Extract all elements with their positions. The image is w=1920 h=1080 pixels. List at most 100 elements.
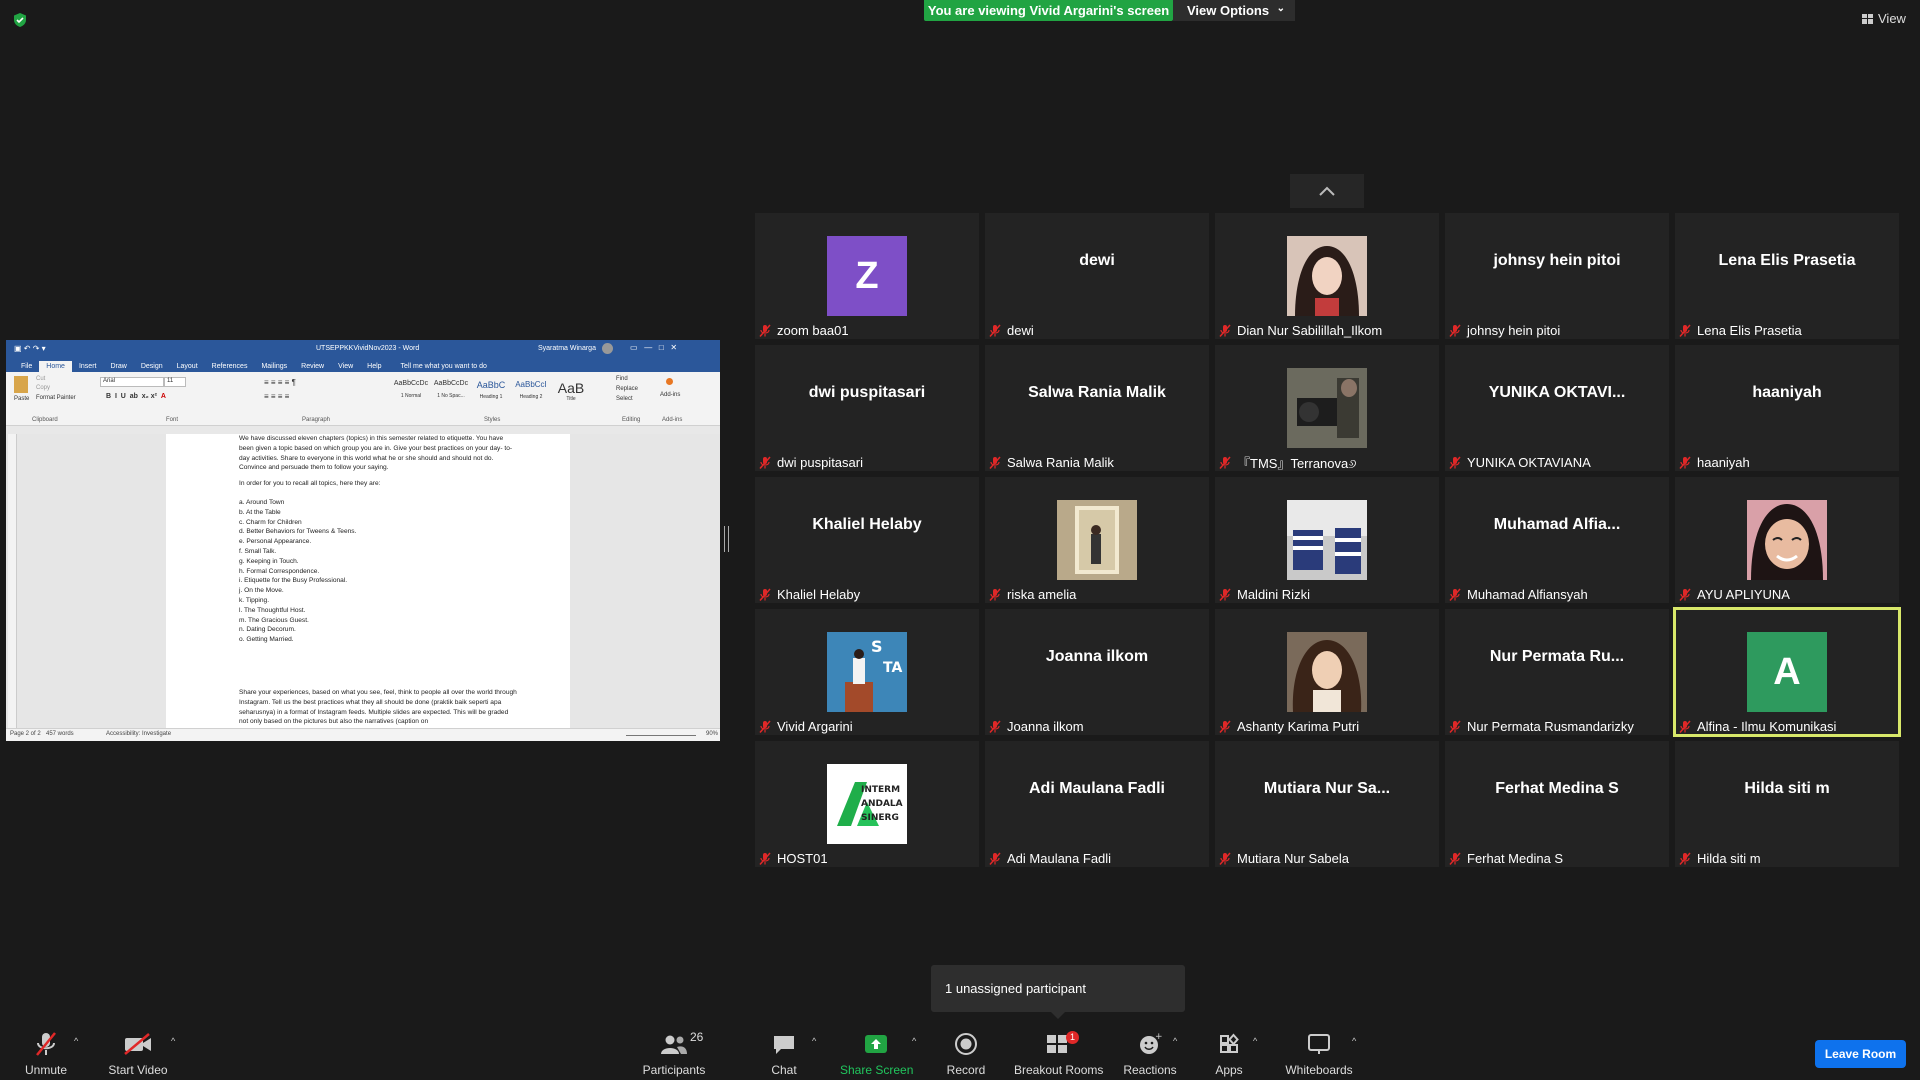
participant-display-name: Muhamad Alfia... (1493, 516, 1621, 533)
share-screen-icon (865, 1035, 887, 1053)
participant-tile[interactable]: Hilda siti m Hilda siti m (1675, 741, 1899, 867)
reactions-caret-icon[interactable]: ^ (1173, 1036, 1177, 1046)
participant-tile[interactable]: Adi Maulana Fadli Adi Maulana Fadli (985, 741, 1209, 867)
apps-button[interactable]: Apps (1214, 1030, 1244, 1077)
word-tab: Help (367, 363, 382, 370)
participant-display-name: dewi (1079, 252, 1115, 269)
participant-tile[interactable]: Zzoom baa01 (755, 213, 979, 339)
split-view-handle[interactable] (724, 526, 729, 552)
participant-name: YUNIKA OKTAVIANA (1467, 455, 1591, 470)
security-shield-icon[interactable] (12, 12, 28, 28)
breakout-rooms-button[interactable]: 1 Breakout Rooms (1014, 1030, 1103, 1077)
participant-tile[interactable]: Dian Nur Sabilillah_Ilkom (1215, 213, 1439, 339)
audio-options-caret-icon[interactable]: ^ (74, 1036, 78, 1046)
view-label: View (1878, 11, 1906, 26)
microphone-muted-icon (759, 456, 771, 469)
participant-tile[interactable]: Mutiara Nur Sa... Mutiara Nur Sabela (1215, 741, 1439, 867)
participant-name: Alfina - Ilmu Komunikasi (1697, 719, 1837, 734)
chat-options-caret-icon[interactable]: ^ (812, 1036, 816, 1046)
video-options-caret-icon[interactable]: ^ (171, 1036, 175, 1046)
reactions-button[interactable]: + Reactions (1122, 1030, 1178, 1077)
view-button[interactable]: View (1862, 11, 1906, 26)
participant-tile[interactable]: INTERM ANDALA SINERG HOST01 (755, 741, 979, 867)
record-button[interactable]: Record (945, 1030, 987, 1077)
participant-video-thumbnail (1287, 500, 1367, 580)
participant-tile[interactable]: haaniyah haaniyah (1675, 345, 1899, 471)
shared-screen-word-document[interactable]: ▣ ↶ ↷ ▾ UTSEPPKKVividNov2023 - Word Syar… (6, 340, 720, 741)
participant-tile[interactable]: Ashanty Karima Putri (1215, 609, 1439, 735)
apps-caret-icon[interactable]: ^ (1253, 1036, 1257, 1046)
participant-name-label: Khaliel Helaby (759, 586, 860, 603)
participant-name: Ashanty Karima Putri (1237, 719, 1360, 734)
participant-tile[interactable]: Salwa Rania Malik Salwa Rania Malik (985, 345, 1209, 471)
participant-name: Joanna ilkom (1007, 719, 1084, 734)
start-video-button[interactable]: Start Video (106, 1030, 170, 1077)
font-size-box: 11 (164, 377, 186, 387)
microphone-muted-icon (36, 1032, 56, 1056)
participant-tile[interactable]: S TA Vivid Argarini (755, 609, 979, 735)
participant-tile[interactable]: Ferhat Medina S Ferhat Medina S (1445, 741, 1669, 867)
view-options-label: View Options (1187, 3, 1270, 18)
format-painter-label: Format Painter (36, 395, 76, 401)
participant-tile[interactable]: dwi puspitasari dwi puspitasari (755, 345, 979, 471)
participant-tile[interactable]: dewi dewi (985, 213, 1209, 339)
leave-room-button[interactable]: Leave Room (1815, 1040, 1906, 1068)
ribbon-group-font: Font (166, 417, 179, 423)
view-options-button[interactable]: View Options ⌄ (1173, 0, 1295, 21)
participant-display-name: Mutiara Nur Sa... (1263, 780, 1391, 797)
participant-tile[interactable]: 『TMS』Terranova୬ (1215, 345, 1439, 471)
participant-name-label: zoom baa01 (759, 322, 849, 339)
participant-name: dwi puspitasari (777, 455, 863, 470)
participant-name: Hilda siti m (1697, 851, 1761, 866)
participant-name: zoom baa01 (777, 323, 849, 338)
participant-name: Adi Maulana Fadli (1007, 851, 1112, 866)
microphone-muted-icon (989, 456, 1001, 469)
style-no-spacing: AaBbCcDc 1 No Spac... (433, 380, 469, 399)
participant-name-label: AYU APLIYUNA (1679, 586, 1790, 603)
participant-name-label: Maldini Rizki (1219, 586, 1310, 603)
topic-item: d. Better Behaviors for Tweens & Teens. (239, 528, 357, 536)
participant-tile[interactable]: riska amelia (985, 477, 1209, 603)
participant-name-label: HOST01 (759, 850, 828, 867)
record-label: Record (946, 1063, 986, 1077)
microphone-muted-icon (759, 324, 771, 337)
microphone-muted-icon (1219, 852, 1231, 865)
word-user-avatar (602, 343, 613, 354)
chat-button[interactable]: Chat (765, 1030, 803, 1077)
share-options-caret-icon[interactable]: ^ (912, 1036, 916, 1046)
word-ribbon-tabs: File Home Insert Draw Design Layout Refe… (6, 358, 720, 372)
microphone-muted-icon (1449, 324, 1461, 337)
doc-paragraph-3: Share your experiences, based on what yo… (239, 689, 517, 726)
participant-name-label: Hilda siti m (1679, 850, 1761, 867)
ribbon-group-clipboard: Clipboard (32, 417, 58, 423)
participant-display-name: Adi Maulana Fadli (1028, 780, 1165, 797)
whiteboards-caret-icon[interactable]: ^ (1352, 1036, 1356, 1046)
participant-tile[interactable]: Muhamad Alfia... Muhamad Alfiansyah (1445, 477, 1669, 603)
word-vertical-ruler (8, 434, 17, 728)
participant-tile[interactable]: YUNIKA OKTAVI... YUNIKA OKTAVIANA (1445, 345, 1669, 471)
microphone-muted-icon (759, 720, 771, 733)
share-screen-button[interactable]: Share Screen (840, 1030, 913, 1077)
ribbon-group-editing: Editing (622, 417, 641, 423)
unmute-button[interactable]: Unmute (20, 1030, 72, 1077)
participant-tile[interactable]: Maldini Rizki (1215, 477, 1439, 603)
participants-count: 26 (690, 1030, 704, 1044)
participant-tile[interactable]: Nur Permata Ru... Nur Permata Rusmandariz… (1445, 609, 1669, 735)
participant-tile[interactable]: Khaliel Helaby Khaliel Helaby (755, 477, 979, 603)
participant-name: Khaliel Helaby (777, 587, 861, 602)
topic-item: g. Keeping in Touch. (239, 557, 299, 565)
participant-name: 『TMS』Terranova୬ (1237, 456, 1357, 471)
whiteboards-button[interactable]: Whiteboards (1283, 1030, 1355, 1077)
participant-tile[interactable]: AYU APLIYUNA (1675, 477, 1899, 603)
participant-tile[interactable]: johnsy hein pitoi johnsy hein pitoi (1445, 213, 1669, 339)
word-title-bar: ▣ ↶ ↷ ▾ UTSEPPKKVividNov2023 - Word Syar… (6, 340, 720, 358)
word-tab: Design (140, 363, 163, 370)
participant-tile[interactable]: A Alfina - Ilmu Komunikasi (1673, 607, 1901, 737)
participant-tile[interactable]: Lena Elis Prasetia Lena Elis Prasetia (1675, 213, 1899, 339)
collapse-gallery-button[interactable] (1290, 174, 1364, 208)
svg-text:+: + (1155, 1032, 1162, 1042)
participant-tile[interactable]: Joanna ilkom Joanna ilkom (985, 609, 1209, 735)
participants-button[interactable]: 26 Participants (640, 1030, 708, 1077)
participants-label: Participants (642, 1063, 706, 1077)
chat-icon (774, 1036, 794, 1054)
